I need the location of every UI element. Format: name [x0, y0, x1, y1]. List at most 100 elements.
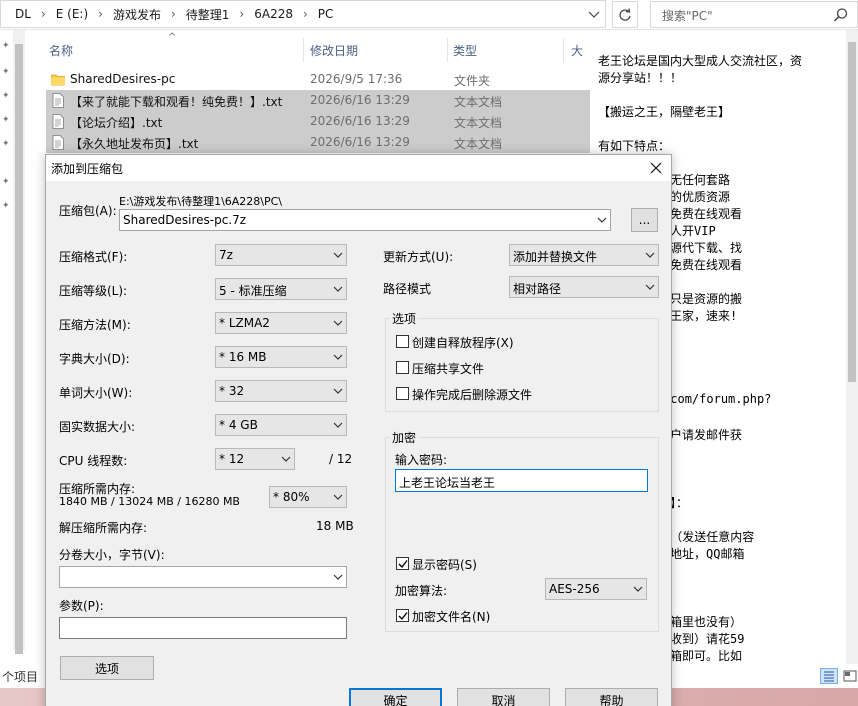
- enc-method-label: 加密算法:: [395, 584, 448, 598]
- chevron-down-icon: [333, 286, 343, 292]
- chevron-down-icon: [333, 574, 343, 580]
- update-value: 添加并替换文件: [513, 250, 598, 264]
- options-button[interactable]: 选项: [60, 656, 154, 680]
- add-to-archive-dialog: 添加到压缩包 压缩包(A): E:\游戏发布\待整理1\6A228\PC\ Sh…: [45, 154, 672, 706]
- archive-dir: E:\游戏发布\待整理1\6A228\PC\: [119, 195, 283, 208]
- close-button[interactable]: [646, 158, 666, 178]
- chevron-right-icon: ›: [98, 7, 103, 21]
- breadcrumb[interactable]: DL › E (E:) › 游戏发布 › 待整理1 › 6A228 › PC: [0, 0, 606, 28]
- threads-select[interactable]: * 12: [215, 448, 295, 470]
- pin-icon: ✦: [2, 67, 10, 77]
- split-label: 分卷大小，字节(V):: [59, 548, 165, 562]
- pin-icon: ✦: [2, 201, 10, 211]
- sort-up-icon: ^: [168, 32, 177, 43]
- column-header-size[interactable]: 大: [571, 42, 583, 59]
- refresh-button[interactable]: [612, 1, 638, 28]
- breadcrumb-item[interactable]: E (E:): [56, 7, 88, 21]
- options-group-title: 选项: [389, 310, 420, 327]
- chevron-right-icon: ›: [239, 7, 245, 21]
- chevron-right-icon: ›: [170, 7, 176, 21]
- file-date: 2026/6/16 13:29: [310, 93, 410, 107]
- cancel-button[interactable]: 取消: [457, 688, 550, 706]
- column-divider[interactable]: [447, 38, 448, 62]
- word-label: 单词大小(W):: [59, 386, 133, 400]
- split-combo[interactable]: [59, 566, 347, 588]
- breadcrumb-item[interactable]: 游戏发布: [113, 6, 161, 23]
- nav-scrollbar[interactable]: [13, 30, 25, 654]
- solid-value: * 4 GB: [219, 418, 258, 432]
- column-divider[interactable]: [563, 38, 564, 62]
- details-view-button[interactable]: [820, 668, 838, 684]
- scrollbar-thumb[interactable]: [848, 42, 856, 382]
- scrollbar-thumb[interactable]: [15, 44, 23, 654]
- navigation-pane: ✦ ✦ ✦ ✦ ✦ ✦ ✦: [0, 30, 14, 650]
- update-select[interactable]: 添加并替换文件: [509, 244, 659, 266]
- encrypt-names-checkbox[interactable]: [396, 609, 409, 622]
- file-row[interactable]: SharedDesires-pc 2026/9/5 17:36 文件夹: [46, 69, 590, 90]
- shared-checkbox[interactable]: [396, 361, 409, 374]
- breadcrumb-item[interactable]: 6A228: [254, 7, 293, 21]
- search-placeholder: 搜索"PC": [662, 9, 713, 23]
- pin-icon: ✦: [2, 139, 10, 149]
- refresh-icon: [619, 7, 631, 21]
- details-view-icon: [824, 671, 834, 682]
- chevron-down-icon: [597, 217, 607, 223]
- column-header-date[interactable]: 修改日期: [310, 42, 358, 59]
- enc-method-select[interactable]: AES-256: [545, 578, 647, 600]
- params-input[interactable]: [59, 617, 347, 639]
- file-type: 文本文档: [454, 116, 503, 130]
- sfx-label: 创建自释放程序(X): [412, 336, 514, 350]
- dict-select[interactable]: * 16 MB: [215, 346, 347, 368]
- column-divider[interactable]: [303, 38, 304, 62]
- show-password-checkbox[interactable]: [396, 557, 409, 570]
- browse-button[interactable]: ...: [631, 208, 658, 232]
- update-label: 更新方式(U):: [383, 250, 454, 264]
- column-header-row: ^ 名称 修改日期 类型 大: [40, 32, 590, 62]
- preview-line: 源分享站！！！: [598, 71, 683, 85]
- tiles-view-button[interactable]: [842, 668, 858, 684]
- password-input[interactable]: 上老王论坛当老王: [395, 469, 648, 492]
- breadcrumb-item[interactable]: 待整理1: [186, 6, 230, 23]
- word-select[interactable]: * 32: [215, 380, 347, 402]
- archive-label: 压缩包(A):: [59, 204, 117, 218]
- item-count: 个项目: [2, 670, 39, 684]
- breadcrumb-item[interactable]: PC: [318, 7, 334, 21]
- delete-source-checkbox[interactable]: [396, 387, 409, 400]
- search-input[interactable]: 搜索"PC": [650, 1, 858, 28]
- level-select[interactable]: 5 - 标准压缩: [215, 278, 347, 300]
- mem-select[interactable]: * 80%: [269, 486, 347, 508]
- file-date: 2026/6/16 13:29: [310, 114, 410, 128]
- chevron-down-icon[interactable]: [586, 6, 602, 22]
- password-label: 输入密码:: [395, 453, 448, 467]
- decomp-value: 18 MB: [316, 519, 354, 533]
- help-button[interactable]: 帮助: [565, 688, 658, 706]
- solid-select[interactable]: * 4 GB: [215, 414, 347, 436]
- file-row[interactable]: 【论坛介绍】.txt 2026/6/16 13:29 文本文档: [46, 111, 590, 132]
- text-file-icon: [52, 93, 64, 108]
- preview-line: 老王论坛是国内大型成人交流社区，资: [598, 54, 803, 68]
- tiles-view-icon: [843, 670, 857, 682]
- format-select[interactable]: 7z: [215, 244, 347, 266]
- path-label: 路径模式: [383, 282, 432, 296]
- file-row[interactable]: 【永久地址发布页】.txt 2026/6/16 13:29 文本文档: [46, 132, 590, 153]
- column-header-type[interactable]: 类型: [453, 42, 477, 59]
- text-file-icon: [52, 135, 64, 150]
- pin-icon: ✦: [2, 41, 10, 51]
- archive-name-combo[interactable]: SharedDesires-pc.7z: [119, 209, 611, 231]
- ok-button[interactable]: 确定: [349, 688, 442, 706]
- encryption-group-title: 加密: [389, 429, 420, 446]
- path-select[interactable]: 相对路径: [509, 276, 659, 298]
- preview-line: 有如下特点：: [598, 139, 671, 153]
- chevron-down-icon: [633, 586, 643, 592]
- close-icon: [650, 162, 662, 174]
- file-row[interactable]: 【来了就能下载和观看！纯免费！】.txt 2026/6/16 13:29 文本文…: [46, 90, 590, 111]
- chevron-down-icon: [333, 354, 343, 360]
- column-header-name[interactable]: 名称: [49, 42, 73, 59]
- format-value: 7z: [219, 248, 233, 262]
- dialog-titlebar[interactable]: 添加到压缩包: [46, 155, 671, 181]
- breadcrumb-item[interactable]: DL: [15, 7, 31, 21]
- method-select[interactable]: * LZMA2: [215, 312, 347, 334]
- preview-scrollbar[interactable]: [846, 30, 858, 664]
- sfx-checkbox[interactable]: [396, 335, 409, 348]
- chevron-down-icon: [333, 494, 343, 500]
